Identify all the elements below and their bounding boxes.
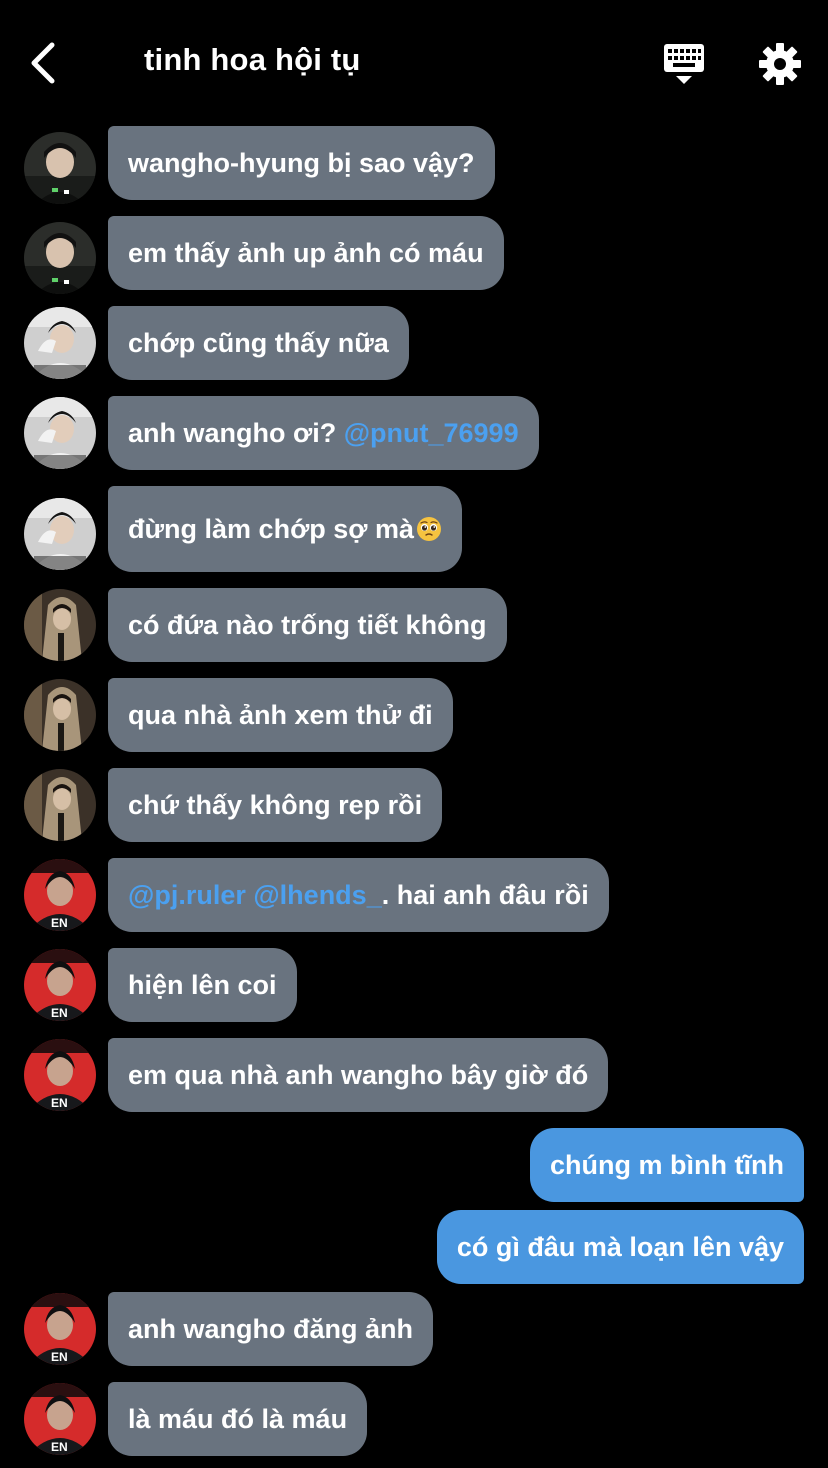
chat-title: tinh hoa hội tụ — [144, 42, 361, 77]
message-bubble[interactable]: em qua nhà anh wangho bây giờ đó — [108, 1038, 609, 1112]
message-bubble[interactable]: anh wangho ơi? @pnut_76999 — [108, 396, 539, 470]
avatar[interactable] — [24, 132, 96, 204]
message-bubble[interactable]: em thấy ảnh up ảnh có máu — [108, 216, 504, 290]
message-bubble[interactable]: chớp cũng thấy nữa — [108, 306, 409, 380]
message-bubble-outgoing[interactable]: chúng m bình tĩnh — [530, 1128, 804, 1202]
message-bubble[interactable]: hiện lên coi — [108, 948, 297, 1022]
message-text: . hai anh đâu rồi — [381, 880, 589, 910]
avatar[interactable] — [24, 1039, 96, 1111]
avatar[interactable] — [24, 222, 96, 294]
avatar[interactable] — [24, 859, 96, 931]
keyboard-button[interactable] — [660, 42, 708, 88]
avatar[interactable] — [24, 589, 96, 661]
avatar[interactable] — [24, 1383, 96, 1455]
settings-button[interactable] — [758, 42, 802, 86]
avatar[interactable] — [24, 1293, 96, 1365]
message-text: đừng làm chớp sợ mà — [128, 514, 414, 544]
message-bubble[interactable]: đừng làm chớp sợ mà — [108, 486, 462, 572]
pleading-face-emoji — [417, 517, 441, 541]
avatar[interactable] — [24, 307, 96, 379]
message-bubble[interactable]: qua nhà ảnh xem thử đi — [108, 678, 453, 752]
message-text: anh wangho ơi? — [128, 418, 344, 448]
chevron-left-icon — [31, 42, 55, 84]
message-bubble[interactable]: @pj.ruler @lhends_. hai anh đâu rồi — [108, 858, 609, 932]
message-bubble[interactable]: có đứa nào trống tiết không — [108, 588, 507, 662]
message-bubble[interactable]: chứ thấy không rep rồi — [108, 768, 443, 842]
avatar[interactable] — [24, 397, 96, 469]
avatar[interactable] — [24, 679, 96, 751]
chat-header: tinh hoa hội tụ — [0, 0, 828, 125]
message-bubble[interactable]: anh wangho đăng ảnh — [108, 1292, 433, 1366]
back-button[interactable] — [26, 40, 66, 86]
keyboard-icon — [664, 44, 704, 84]
mention-link[interactable]: @pnut_76999 — [344, 418, 519, 448]
message-bubble-outgoing[interactable]: có gì đâu mà loạn lên vậy — [436, 1210, 804, 1284]
mention-link[interactable]: @pj.ruler @lhends_ — [128, 880, 382, 910]
avatar[interactable] — [24, 769, 96, 841]
avatar[interactable] — [24, 498, 96, 570]
message-bubble[interactable]: là máu đó là máu — [108, 1382, 368, 1456]
avatar[interactable] — [24, 949, 96, 1021]
message-bubble[interactable]: wangho-hyung bị sao vậy? — [108, 126, 495, 200]
gear-icon — [759, 43, 801, 85]
